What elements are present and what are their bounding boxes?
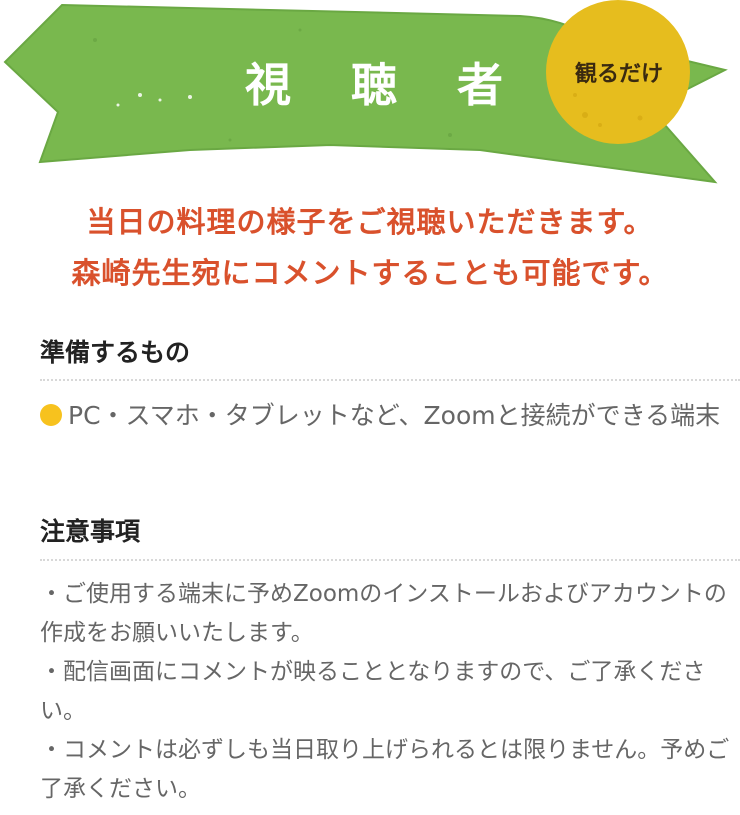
prepare-item: PC・スマホ・タブレットなど、Zoomと接続ができる端末	[40, 394, 730, 438]
notes-list: ・ご使用する端末に予めZoomのインストールおよびアカウントの作成をお願いいたし…	[40, 575, 735, 809]
note-item: ・配信画面にコメントが映ることとなりますので、ご了承ください。	[40, 659, 706, 724]
prepare-divider	[40, 379, 740, 381]
yellow-bullet-icon	[40, 404, 62, 426]
note-item: ・ご使用する端末に予めZoomのインストールおよびアカウントの作成をお願いいたし…	[40, 581, 727, 646]
note-item: ・コメントは必ずしも当日取り上げられるとは限りません。予めご了承ください。	[40, 737, 730, 802]
lead-line-2: 森崎先生宛にコメントすることも可能です。	[71, 256, 669, 290]
banner-title: 視 聴 者	[245, 58, 526, 112]
prepare-item-text: PC・スマホ・タブレットなど、Zoomと接続ができる端末	[68, 401, 721, 430]
lead-line-1: 当日の料理の様子をご視聴いただきます。	[86, 205, 654, 239]
notes-divider	[40, 559, 740, 561]
prepare-heading: 準備するもの	[40, 338, 191, 367]
lead-text: 当日の料理の様子をご視聴いただきます。 森崎先生宛にコメントすることも可能です。	[0, 197, 740, 299]
viewer-banner: 視 聴 者 観るだけ	[0, 0, 740, 190]
watch-only-badge: 観るだけ	[574, 62, 663, 87]
notes-heading: 注意事項	[40, 517, 141, 546]
